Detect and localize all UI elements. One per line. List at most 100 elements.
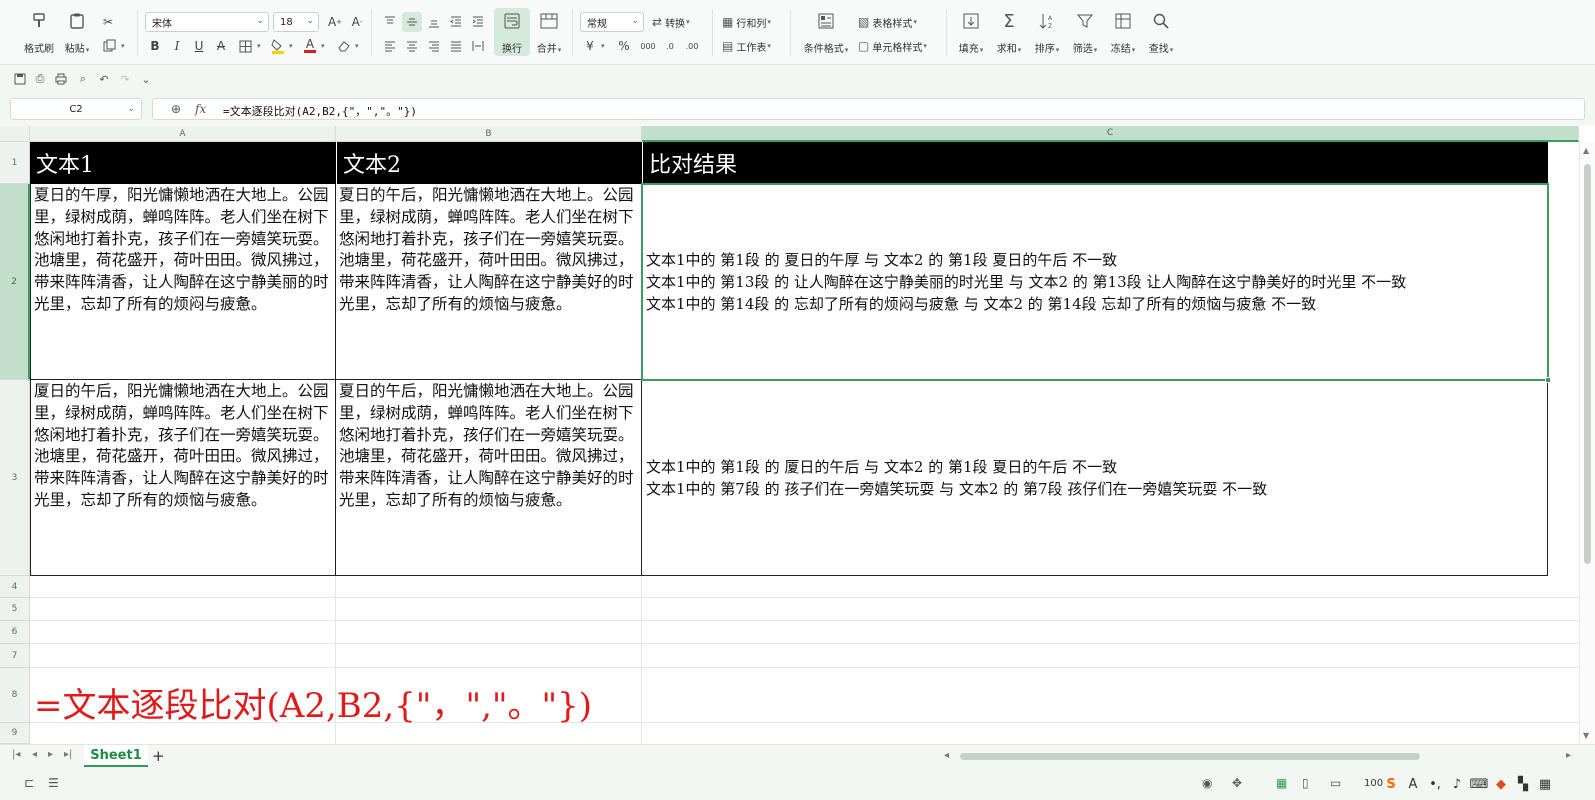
percent-icon[interactable]: % <box>614 36 634 56</box>
scroll-down-icon[interactable]: ▼ <box>1583 731 1589 740</box>
eraser-icon[interactable] <box>334 36 354 56</box>
find-button[interactable]: 查找▾ <box>1142 8 1180 55</box>
row-header-5[interactable]: 5 <box>0 598 30 621</box>
thousands-icon[interactable]: 000 <box>638 36 658 56</box>
fill-handle[interactable] <box>1545 377 1551 383</box>
column-header-c[interactable]: C <box>642 126 1579 142</box>
scroll-left-icon[interactable]: ◂ <box>944 750 949 761</box>
column-header-a[interactable]: A <box>30 126 336 142</box>
cell-b2[interactable]: 夏日的午后，阳光慵懒地洒在大地上。公园里，绿树成荫，蝉鸣阵阵。老人们坐在树下悠闲… <box>336 184 642 380</box>
align-top-icon[interactable] <box>380 12 400 32</box>
zoom-formula-icon[interactable]: ⊕ <box>171 102 181 116</box>
align-right-icon[interactable] <box>424 36 444 56</box>
bold-icon[interactable]: B <box>145 36 165 56</box>
copy-icon[interactable] <box>100 36 120 56</box>
filter-button[interactable]: 筛选▾ <box>1066 8 1104 55</box>
conditional-format-button[interactable]: 条件格式▾ <box>803 8 849 55</box>
text-mode-icon[interactable]: A <box>1402 774 1424 794</box>
row-header-3[interactable]: 3 <box>0 380 30 576</box>
sort-button[interactable]: AZ 排序▾ <box>1028 8 1066 55</box>
select-all-corner[interactable] <box>0 126 30 142</box>
align-left-icon[interactable] <box>380 36 400 56</box>
worksheet-button[interactable]: ▤ 工作表 ▾ <box>722 36 771 56</box>
page-layout-icon[interactable]: ▯ <box>1302 776 1309 790</box>
vertical-scrollbar[interactable]: ▲ ▼ <box>1579 142 1595 744</box>
row-header-9[interactable]: 9 <box>0 723 30 744</box>
sheet-tab-sheet1[interactable]: Sheet1 <box>84 745 148 767</box>
print-preview-icon[interactable]: ⌕ <box>75 71 91 87</box>
scroll-thumb[interactable] <box>1584 164 1591 564</box>
sheet-stats-icon[interactable]: ☰ <box>48 776 59 790</box>
cell-a1[interactable]: 文本1 <box>30 142 336 184</box>
cut-icon[interactable]: ✂ <box>98 12 118 32</box>
sum-button[interactable]: Σ 求和▾ <box>990 8 1028 56</box>
number-format-select[interactable]: 常规 ⌄ <box>580 12 644 32</box>
chevron-down-icon[interactable]: ▾ <box>289 42 293 50</box>
chevron-down-icon[interactable]: ▾ <box>355 42 359 50</box>
font-name-select[interactable]: 宋体 ⌄ <box>145 12 269 32</box>
column-header-b[interactable]: B <box>336 126 642 142</box>
print-icon[interactable] <box>53 71 69 87</box>
view-settings-icon[interactable]: ✥ <box>1232 776 1242 790</box>
increase-font-icon[interactable]: A + <box>325 12 345 32</box>
chevron-down-icon[interactable]: ▾ <box>601 42 605 50</box>
chevron-down-icon[interactable]: ▾ <box>121 42 125 50</box>
normal-view-icon[interactable]: ▦ <box>1276 776 1287 790</box>
paste-button[interactable]: 粘贴▾ <box>58 8 96 55</box>
increase-indent-icon[interactable] <box>468 12 488 32</box>
microphone-icon[interactable]: ♪ <box>1446 774 1468 794</box>
wrap-text-button[interactable]: 换行 <box>494 8 530 56</box>
keyboard-icon[interactable]: ⌨ <box>1468 774 1490 794</box>
decrease-font-icon[interactable]: A- <box>347 12 367 32</box>
increase-decimal-icon[interactable]: .0 <box>660 36 680 56</box>
first-sheet-icon[interactable]: |◂ <box>12 749 20 760</box>
export-pdf-icon[interactable]: ⎙ <box>32 71 48 87</box>
font-size-select[interactable]: 18 ⌄ <box>273 12 319 32</box>
formula-note-text[interactable]: =文本逐段比对(A2,B2,{"，","。"}) <box>34 678 592 727</box>
align-center-icon[interactable] <box>402 36 422 56</box>
cell-b1[interactable]: 文本2 <box>336 142 642 184</box>
align-bottom-icon[interactable] <box>424 12 444 32</box>
function-icon[interactable]: fx <box>195 102 206 116</box>
decrease-indent-icon[interactable] <box>446 12 466 32</box>
horizontal-scrollbar[interactable] <box>960 753 1420 760</box>
scroll-up-icon[interactable]: ▲ <box>1583 146 1589 155</box>
save-icon[interactable] <box>12 71 28 87</box>
spreadsheet-grid[interactable]: A B C 1 2 3 4 5 6 7 8 9 文本1 文本2 比对结果 夏日的… <box>0 126 1595 744</box>
last-sheet-icon[interactable]: ▸| <box>64 749 72 760</box>
fill-button[interactable]: 填充▾ <box>952 8 990 55</box>
formula-input[interactable]: ⊕ fx =文本逐段比对(A2,B2,{"，","。"}) <box>152 98 1585 120</box>
skin-icon[interactable]: ◆ <box>1490 774 1512 794</box>
convert-button[interactable]: ⇄ 转换 ▾ <box>652 12 690 32</box>
tools-grid-icon[interactable]: ▚ <box>1512 774 1534 794</box>
row-header-8[interactable]: 8 <box>0 668 30 723</box>
distributed-align-icon[interactable] <box>468 36 488 56</box>
rows-cols-button[interactable]: ▦ 行和列 ▾ <box>722 12 771 32</box>
italic-icon[interactable]: I <box>167 36 187 56</box>
page-break-icon[interactable]: ▭ <box>1330 776 1341 790</box>
currency-icon[interactable]: ¥ <box>580 36 600 56</box>
row-header-7[interactable]: 7 <box>0 644 30 668</box>
punctuation-icon[interactable]: •, <box>1424 774 1446 794</box>
redo-icon[interactable]: ↷ <box>117 71 133 87</box>
cell-c3[interactable]: 文本1中的 第1段 的 厦日的午后 与 文本2 的 第1段 夏日的午后 不一致 … <box>642 380 1548 576</box>
row-header-1[interactable]: 1 <box>0 142 30 184</box>
merge-button[interactable]: 合并▾ <box>530 8 568 55</box>
chevron-down-icon[interactable]: ⌄ <box>138 71 154 87</box>
undo-icon[interactable]: ↶ <box>96 71 112 87</box>
macro-icon[interactable]: ⊏ <box>24 776 34 790</box>
align-middle-icon[interactable] <box>402 12 422 32</box>
sogou-logo-icon[interactable]: S <box>1380 774 1402 794</box>
chevron-down-icon[interactable]: ▾ <box>321 42 325 50</box>
eye-protection-icon[interactable]: ◉ <box>1202 776 1212 790</box>
scroll-right-icon[interactable]: ▸ <box>1566 750 1571 761</box>
format-painter-button[interactable]: 格式刷 <box>20 8 58 55</box>
name-box[interactable]: C2 ⌄ <box>10 98 142 120</box>
strikethrough-icon[interactable]: A <box>211 36 231 56</box>
cell-b3[interactable]: 夏日的午后，阳光慵懒地洒在大地上。公园里，绿树成荫，蝉鸣阵阵。老人们坐在树下悠闲… <box>336 380 642 576</box>
row-header-6[interactable]: 6 <box>0 621 30 644</box>
fill-color-icon[interactable] <box>268 36 288 56</box>
font-color-icon[interactable]: A <box>300 36 320 56</box>
cell-c1[interactable]: 比对结果 <box>642 142 1548 184</box>
justify-icon[interactable] <box>446 36 466 56</box>
